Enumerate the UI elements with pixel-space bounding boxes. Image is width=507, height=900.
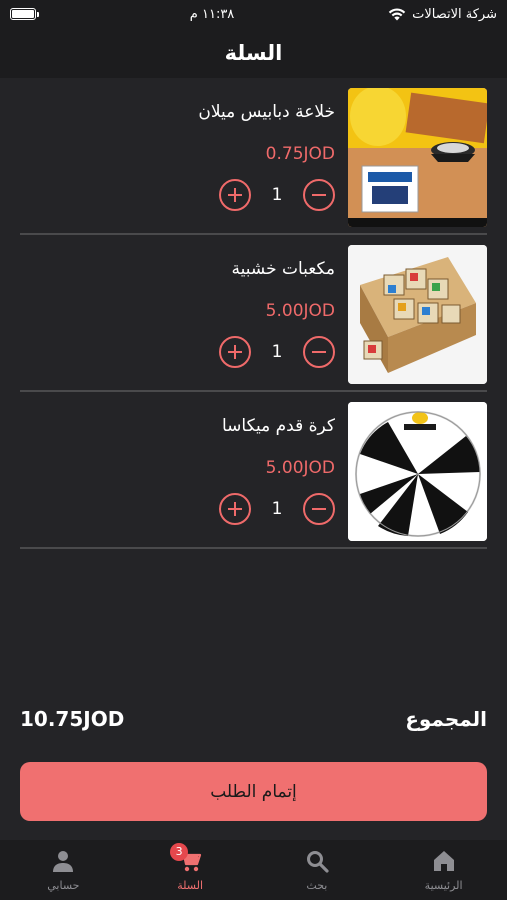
tab-search[interactable]: بحث (254, 840, 381, 900)
total-value: 10.75JOD (20, 707, 125, 731)
quantity-value: 1 (271, 499, 283, 519)
product-image-soccer-ball[interactable] (348, 402, 487, 541)
tab-label: حسابي (47, 878, 80, 892)
total-row: 10.75JOD المجموع (20, 704, 487, 734)
status-bar: ١١:٣٨ م شركة الاتصالات (0, 0, 507, 28)
tab-account[interactable]: حسابي (0, 840, 127, 900)
status-time: ١١:٣٨ م (189, 6, 235, 22)
person-icon (53, 850, 74, 872)
wifi-icon (388, 7, 406, 20)
product-price: 0.75JOD (265, 144, 335, 164)
page-header: السلة (0, 28, 507, 78)
product-name: كرة قدم ميكاسا (222, 416, 335, 436)
product-price: 5.00JOD (265, 458, 335, 478)
quantity-value: 1 (271, 342, 283, 362)
tab-label: الرئيسية (424, 878, 463, 892)
tab-label: بحث (306, 878, 328, 892)
increase-button[interactable] (219, 493, 251, 525)
tab-home[interactable]: الرئيسية (380, 840, 507, 900)
page-title: السلة (224, 41, 283, 65)
product-name: خلاعة دبابيس ميلان (198, 102, 335, 122)
tab-cart[interactable]: 3 السلة (127, 840, 254, 900)
cart-list: خلاعة دبابيس ميلان 0.75JOD 1 مكعبات خشبي… (0, 78, 507, 549)
quantity-stepper: 1 (219, 335, 335, 369)
decrease-button[interactable] (303, 493, 335, 525)
divider (20, 547, 487, 549)
home-icon (433, 850, 454, 871)
cart-item: خلاعة دبابيس ميلان 0.75JOD 1 (0, 78, 507, 235)
quantity-value: 1 (271, 185, 283, 205)
quantity-stepper: 1 (219, 492, 335, 526)
battery-icon (10, 8, 39, 20)
total-label: المجموع (405, 707, 487, 731)
tab-bar: حسابي 3 السلة بحث الرئيسية (0, 840, 507, 900)
increase-button[interactable] (219, 336, 251, 368)
quantity-stepper: 1 (219, 178, 335, 212)
checkout-button[interactable]: إتمام الطلب (20, 762, 487, 821)
carrier-name: شركة الاتصالات (412, 6, 497, 22)
cart-item: كرة قدم ميكاسا 5.00JOD 1 (0, 392, 507, 549)
increase-button[interactable] (219, 179, 251, 211)
staple-remover-photo (348, 88, 487, 227)
wooden-blocks-photo (348, 245, 487, 384)
product-price: 5.00JOD (265, 301, 335, 321)
tab-label: السلة (177, 878, 203, 892)
search-icon (306, 850, 329, 873)
product-image-wooden-blocks[interactable] (348, 245, 487, 384)
soccer-ball-photo (348, 402, 487, 541)
decrease-button[interactable] (303, 179, 335, 211)
product-image-staple-remover[interactable] (348, 88, 487, 227)
cart-item: مكعبات خشبية 5.00JOD 1 (0, 235, 507, 392)
decrease-button[interactable] (303, 336, 335, 368)
product-name: مكعبات خشبية (231, 259, 335, 279)
cart-badge: 3 (170, 842, 189, 861)
